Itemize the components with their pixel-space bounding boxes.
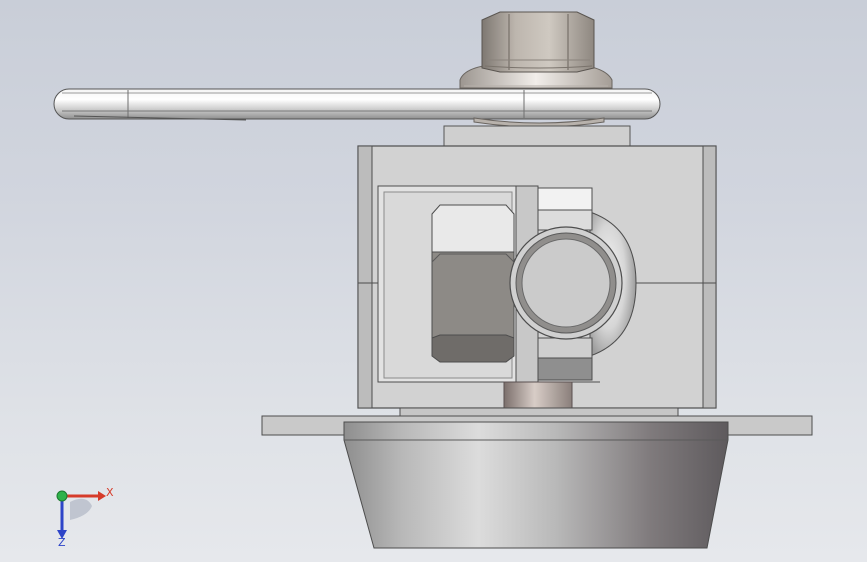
z-axis-label: Z <box>58 536 66 548</box>
x-axis-label: X <box>106 486 114 499</box>
assembly-model-view[interactable] <box>0 0 867 562</box>
cad-viewport[interactable]: X Z <box>0 0 867 562</box>
triad-shadow <box>70 498 92 520</box>
collar-block[interactable] <box>443 125 631 147</box>
y-axis-icon <box>56 490 68 502</box>
orientation-triad: X Z <box>56 486 114 548</box>
tapered-base[interactable] <box>343 421 729 549</box>
x-axis-arrow <box>98 491 106 501</box>
hex-nut[interactable] <box>431 204 515 363</box>
arm-strap[interactable] <box>53 88 661 121</box>
